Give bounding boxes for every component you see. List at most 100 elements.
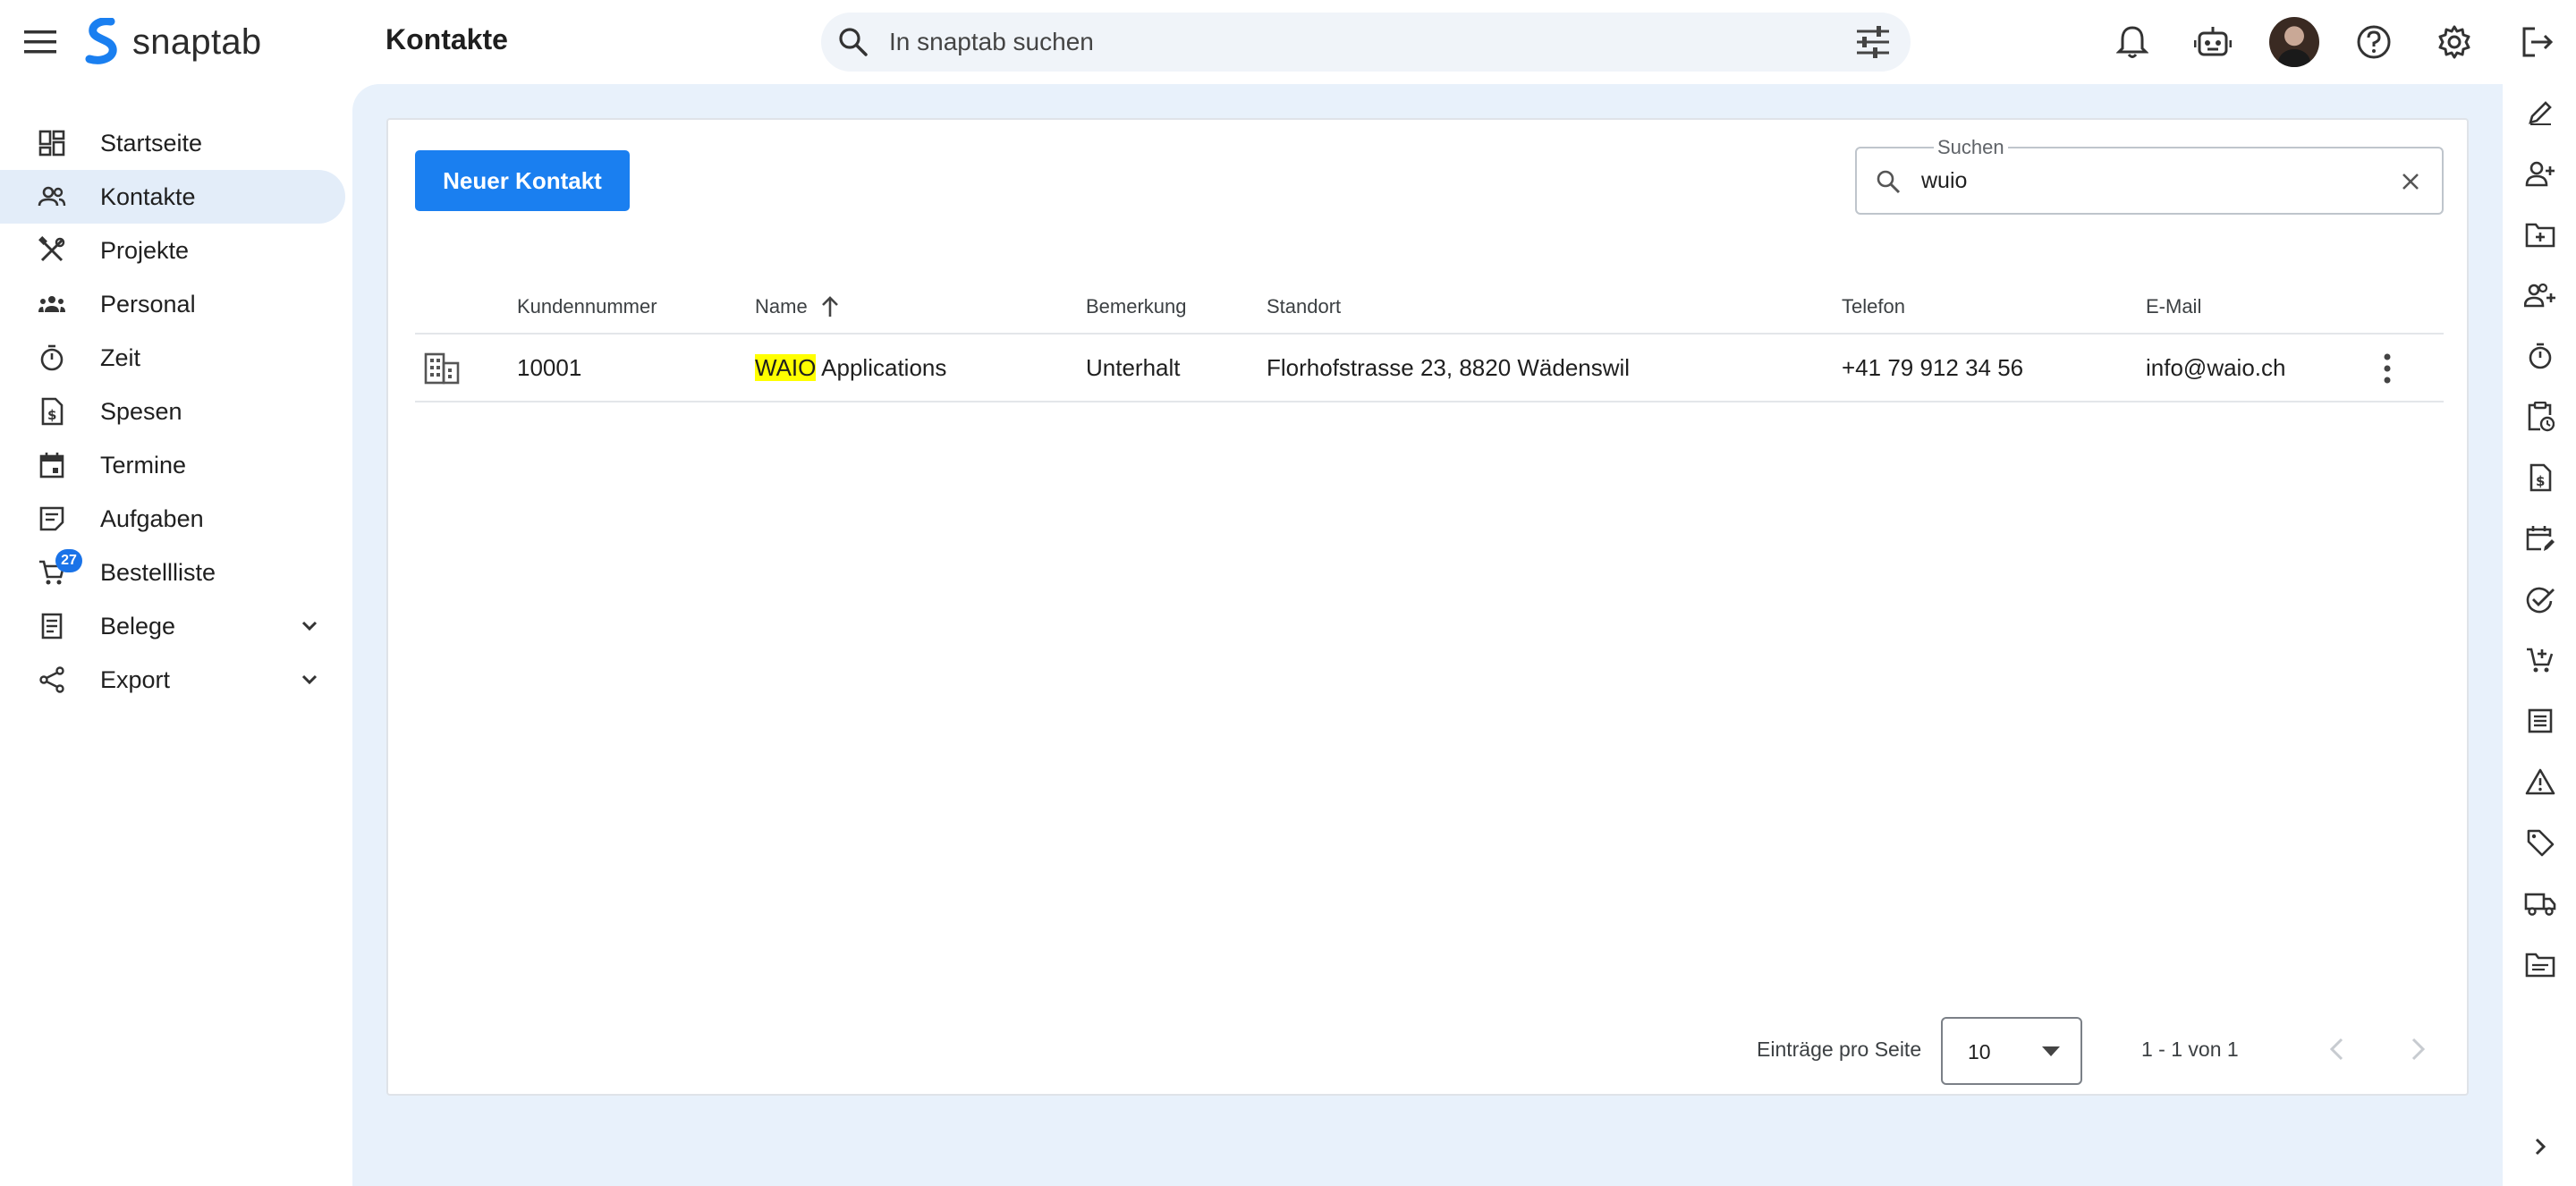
contacts-search-field[interactable]: Suchen wuio bbox=[1855, 136, 2444, 215]
sidebar-item-belege[interactable]: Belege bbox=[0, 599, 345, 653]
sidebar-item-projekte[interactable]: Projekte bbox=[0, 224, 345, 277]
cell-telefon: +41 79 912 34 56 bbox=[1842, 354, 2024, 381]
task-note-icon bbox=[38, 504, 66, 533]
cell-kundennummer: 10001 bbox=[517, 354, 582, 381]
help-icon[interactable] bbox=[2350, 18, 2398, 66]
column-header-telefon[interactable]: Telefon bbox=[1842, 295, 1905, 318]
chevron-down-icon[interactable] bbox=[297, 614, 322, 639]
sidebar-item-label: Belege bbox=[100, 612, 176, 640]
svg-text:$: $ bbox=[2536, 473, 2545, 489]
robot-assistant-icon[interactable] bbox=[2189, 18, 2237, 66]
search-field-label: Suchen bbox=[1934, 136, 2008, 159]
cell-name: WAIO Applications bbox=[755, 354, 946, 382]
building-icon bbox=[424, 351, 460, 385]
groups-icon bbox=[38, 290, 66, 318]
page-size-label: Einträge pro Seite bbox=[1757, 1038, 1922, 1061]
sidebar-item-aufgaben[interactable]: Aufgaben bbox=[0, 492, 345, 546]
dropdown-arrow-icon bbox=[2041, 1046, 2061, 1058]
page-range: 1 - 1 von 1 bbox=[2141, 1038, 2239, 1061]
previous-page-icon[interactable] bbox=[2324, 1034, 2351, 1064]
logout-icon[interactable] bbox=[2513, 18, 2562, 66]
notifications-bell-icon[interactable] bbox=[2108, 18, 2157, 66]
sidebar-item-label: Bestellliste bbox=[100, 558, 216, 586]
sidebar-item-label: Kontakte bbox=[100, 182, 196, 210]
check-circle-icon[interactable] bbox=[2522, 581, 2558, 617]
cell-name-rest: Applications bbox=[816, 354, 947, 381]
sidebar-item-termine[interactable]: Termine bbox=[0, 438, 345, 492]
chevron-down-icon[interactable] bbox=[297, 667, 322, 692]
warning-icon[interactable] bbox=[2522, 764, 2558, 800]
column-header-label: Name bbox=[755, 295, 808, 318]
column-header-email[interactable]: E-Mail bbox=[2146, 295, 2201, 318]
sidebar-item-personal[interactable]: Personal bbox=[0, 277, 345, 331]
column-header-name[interactable]: Name bbox=[755, 295, 840, 318]
cart-add-icon[interactable] bbox=[2522, 642, 2558, 678]
edit-icon[interactable] bbox=[2522, 95, 2558, 131]
page-size-select[interactable]: 10 bbox=[1941, 1017, 2082, 1085]
search-input[interactable]: wuio bbox=[1921, 168, 1967, 194]
global-search-input[interactable]: In snaptab suchen bbox=[889, 28, 1855, 56]
sidebar-item-startseite[interactable]: Startseite bbox=[0, 116, 345, 170]
sidebar-item-label: Projekte bbox=[100, 236, 190, 264]
search-icon bbox=[837, 26, 869, 58]
contacts-card: Neuer Kontakt Suchen wuio Kundennummer N… bbox=[386, 118, 2469, 1096]
menu-icon[interactable] bbox=[20, 21, 61, 63]
search-icon bbox=[1875, 168, 1902, 195]
truck-icon[interactable] bbox=[2522, 885, 2558, 921]
pagination: Einträge pro Seite 10 1 - 1 von 1 bbox=[388, 1014, 2470, 1086]
quick-actions-rail: $ bbox=[2503, 84, 2576, 1186]
global-search-bar[interactable]: In snaptab suchen bbox=[821, 13, 1911, 72]
new-contact-button[interactable]: Neuer Kontakt bbox=[415, 150, 630, 211]
sidebar-item-bestellliste[interactable]: 27 Bestellliste bbox=[0, 546, 345, 599]
sidebar-item-label: Spesen bbox=[100, 397, 182, 425]
clear-search-icon[interactable] bbox=[2397, 168, 2424, 195]
more-vert-icon[interactable] bbox=[2381, 352, 2394, 385]
sidebar-item-zeit[interactable]: Zeit bbox=[0, 331, 345, 385]
cell-email: info@waio.ch bbox=[2146, 354, 2286, 381]
sidebar-item-label: Personal bbox=[100, 290, 196, 318]
sidebar-item-export[interactable]: Export bbox=[0, 653, 345, 707]
document-icon bbox=[38, 612, 66, 640]
search-highlight: WAIO bbox=[755, 354, 817, 381]
next-page-icon[interactable] bbox=[2404, 1034, 2431, 1064]
group-add-icon[interactable] bbox=[2522, 277, 2558, 313]
sidebar-nav: Startseite Kontakte Projekte Personal Ze… bbox=[0, 84, 352, 1186]
sidebar-item-label: Aufgaben bbox=[100, 504, 204, 532]
tune-filter-icon[interactable] bbox=[1855, 26, 1891, 58]
dashboard-icon bbox=[38, 129, 66, 157]
top-bar: snaptab Kontakte In snaptab suchen bbox=[0, 0, 2576, 84]
table-header: Kundennummer Name Bemerkung Standort Tel… bbox=[415, 279, 2444, 335]
timer-icon bbox=[38, 343, 66, 372]
user-avatar[interactable] bbox=[2269, 17, 2319, 67]
chevron-right-icon[interactable] bbox=[2522, 1129, 2558, 1165]
timer-icon[interactable] bbox=[2522, 338, 2558, 374]
sidebar-item-spesen[interactable]: $ Spesen bbox=[0, 385, 345, 438]
folder-icon[interactable] bbox=[2522, 946, 2558, 982]
column-header-standort[interactable]: Standort bbox=[1267, 295, 1341, 318]
list-icon[interactable] bbox=[2522, 703, 2558, 739]
person-add-icon[interactable] bbox=[2522, 156, 2558, 191]
contacts-icon bbox=[38, 182, 66, 211]
sidebar-item-kontakte[interactable]: Kontakte bbox=[0, 170, 345, 224]
tag-icon[interactable] bbox=[2522, 825, 2558, 860]
table-row[interactable]: 10001 WAIO Applications Unterhalt Florho… bbox=[415, 335, 2444, 402]
app-logo[interactable]: snaptab bbox=[84, 16, 261, 68]
cell-standort: Florhofstrasse 23, 8820 Wädenswil bbox=[1267, 354, 1631, 381]
sidebar-item-label: Export bbox=[100, 665, 171, 693]
folder-add-icon[interactable] bbox=[2522, 216, 2558, 252]
sidebar-item-label: Zeit bbox=[100, 343, 141, 371]
cart-count-badge: 27 bbox=[55, 549, 82, 572]
sort-ascending-icon bbox=[821, 296, 838, 317]
clipboard-clock-icon[interactable] bbox=[2522, 399, 2558, 435]
receipt-dollar-icon[interactable]: $ bbox=[2522, 460, 2558, 496]
page-size-value: 10 bbox=[1968, 1040, 1991, 1063]
tools-icon bbox=[38, 236, 66, 265]
column-header-bemerkung[interactable]: Bemerkung bbox=[1086, 295, 1187, 318]
settings-gear-icon[interactable] bbox=[2430, 18, 2479, 66]
share-icon bbox=[38, 665, 66, 694]
snaptab-logo-icon bbox=[85, 18, 117, 64]
sidebar-item-label: Startseite bbox=[100, 129, 203, 157]
column-header-kundennummer[interactable]: Kundennummer bbox=[517, 295, 657, 318]
calendar-edit-icon[interactable] bbox=[2522, 521, 2558, 556]
receipt-dollar-icon: $ bbox=[38, 397, 66, 426]
